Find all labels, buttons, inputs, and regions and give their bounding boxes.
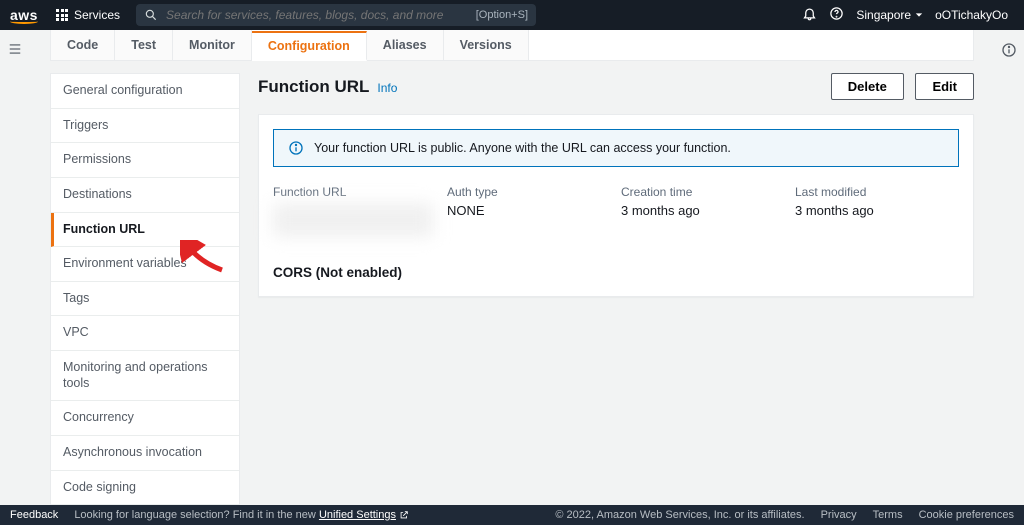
search-shortcut: [Option+S] — [476, 9, 528, 21]
cors-section: CORS (Not enabled) — [259, 255, 973, 296]
delete-button[interactable]: Delete — [831, 73, 904, 100]
sidebar-item-env-vars[interactable]: Environment variables — [51, 247, 239, 282]
panel-head: Function URL Info Delete Edit — [258, 73, 974, 100]
search-icon — [144, 8, 158, 22]
feedback-link[interactable]: Feedback — [10, 509, 58, 521]
sidebar-item-code-signing[interactable]: Code signing — [51, 471, 239, 506]
sidebar-item-triggers[interactable]: Triggers — [51, 109, 239, 144]
footer: Feedback Looking for language selection?… — [0, 505, 1024, 525]
left-gutter — [0, 30, 30, 505]
info-panel-icon[interactable] — [1001, 42, 1017, 58]
sidebar-item-function-url[interactable]: Function URL — [51, 213, 239, 248]
hamburger-icon[interactable] — [7, 42, 23, 56]
search-wrap[interactable]: [Option+S] — [136, 4, 536, 26]
auth-value: NONE — [447, 203, 485, 218]
top-header: aws Services [Option+S] Singapore oOTich… — [0, 0, 1024, 30]
tab-versions[interactable]: Versions — [444, 30, 529, 60]
sidebar-item-general[interactable]: General configuration — [51, 74, 239, 109]
sidebar-item-vpc[interactable]: VPC — [51, 316, 239, 351]
services-menu[interactable]: Services — [50, 8, 126, 22]
tab-configuration[interactable]: Configuration — [252, 31, 367, 61]
created-value: 3 months ago — [621, 203, 700, 218]
sidebar-item-tags[interactable]: Tags — [51, 282, 239, 317]
right-gutter — [994, 30, 1024, 505]
info-notice: Your function URL is public. Anyone with… — [273, 129, 959, 167]
info-icon — [288, 140, 304, 156]
privacy-link[interactable]: Privacy — [821, 509, 857, 521]
info-link[interactable]: Info — [377, 81, 397, 95]
copyright: © 2022, Amazon Web Services, Inc. or its… — [555, 509, 804, 521]
content-row: General configuration Triggers Permissio… — [30, 61, 994, 505]
panel-title: Function URL — [258, 77, 369, 97]
search-input[interactable] — [166, 8, 468, 22]
tab-aliases[interactable]: Aliases — [367, 30, 444, 60]
detail-grid: Function URL Auth type NONE Creation tim… — [259, 181, 973, 255]
external-link-icon — [399, 510, 409, 520]
cookie-prefs-link[interactable]: Cookie preferences — [919, 509, 1014, 521]
region-selector[interactable]: Singapore — [856, 8, 923, 22]
sidebar-item-concurrency[interactable]: Concurrency — [51, 401, 239, 436]
aws-logo[interactable]: aws — [10, 7, 38, 24]
tab-code[interactable]: Code — [51, 30, 115, 60]
tab-bar: Code Test Monitor Configuration Aliases … — [50, 30, 974, 61]
detail-auth: Auth type NONE — [447, 185, 611, 237]
sidebar-item-async[interactable]: Asynchronous invocation — [51, 436, 239, 471]
modified-value: 3 months ago — [795, 203, 874, 218]
terms-link[interactable]: Terms — [873, 509, 903, 521]
tab-test[interactable]: Test — [115, 30, 173, 60]
auth-label: Auth type — [447, 185, 611, 199]
modified-label: Last modified — [795, 185, 959, 199]
created-label: Creation time — [621, 185, 785, 199]
lang-hint: Looking for language selection? Find it … — [74, 509, 409, 521]
detail-modified: Last modified 3 months ago — [795, 185, 959, 237]
aws-logo-text: aws — [10, 7, 38, 23]
services-label: Services — [74, 8, 120, 22]
help-icon[interactable] — [829, 6, 844, 24]
tab-monitor[interactable]: Monitor — [173, 30, 252, 60]
sidebar-item-destinations[interactable]: Destinations — [51, 178, 239, 213]
edit-button[interactable]: Edit — [915, 73, 974, 100]
notice-text: Your function URL is public. Anyone with… — [314, 141, 731, 155]
grid-icon — [56, 9, 68, 21]
function-url-card: Your function URL is public. Anyone with… — [258, 114, 974, 297]
chevron-down-icon — [915, 11, 923, 19]
sidebar-item-monitoring[interactable]: Monitoring and operations tools — [51, 351, 239, 401]
url-value-redacted — [273, 203, 433, 237]
panel-area: Function URL Info Delete Edit Your funct… — [258, 73, 974, 505]
unified-settings-link[interactable]: Unified Settings — [319, 509, 396, 521]
detail-url: Function URL — [273, 185, 437, 237]
detail-created: Creation time 3 months ago — [621, 185, 785, 237]
sidebar-item-permissions[interactable]: Permissions — [51, 143, 239, 178]
user-label: oOTichakyOo — [935, 8, 1008, 22]
main-column: Code Test Monitor Configuration Aliases … — [30, 30, 994, 505]
user-menu[interactable]: oOTichakyOo — [935, 8, 1008, 22]
notifications-icon[interactable] — [802, 6, 817, 24]
url-label: Function URL — [273, 185, 437, 199]
layout: Code Test Monitor Configuration Aliases … — [0, 30, 1024, 505]
config-sidebar: General configuration Triggers Permissio… — [50, 73, 240, 505]
region-label: Singapore — [856, 8, 911, 22]
